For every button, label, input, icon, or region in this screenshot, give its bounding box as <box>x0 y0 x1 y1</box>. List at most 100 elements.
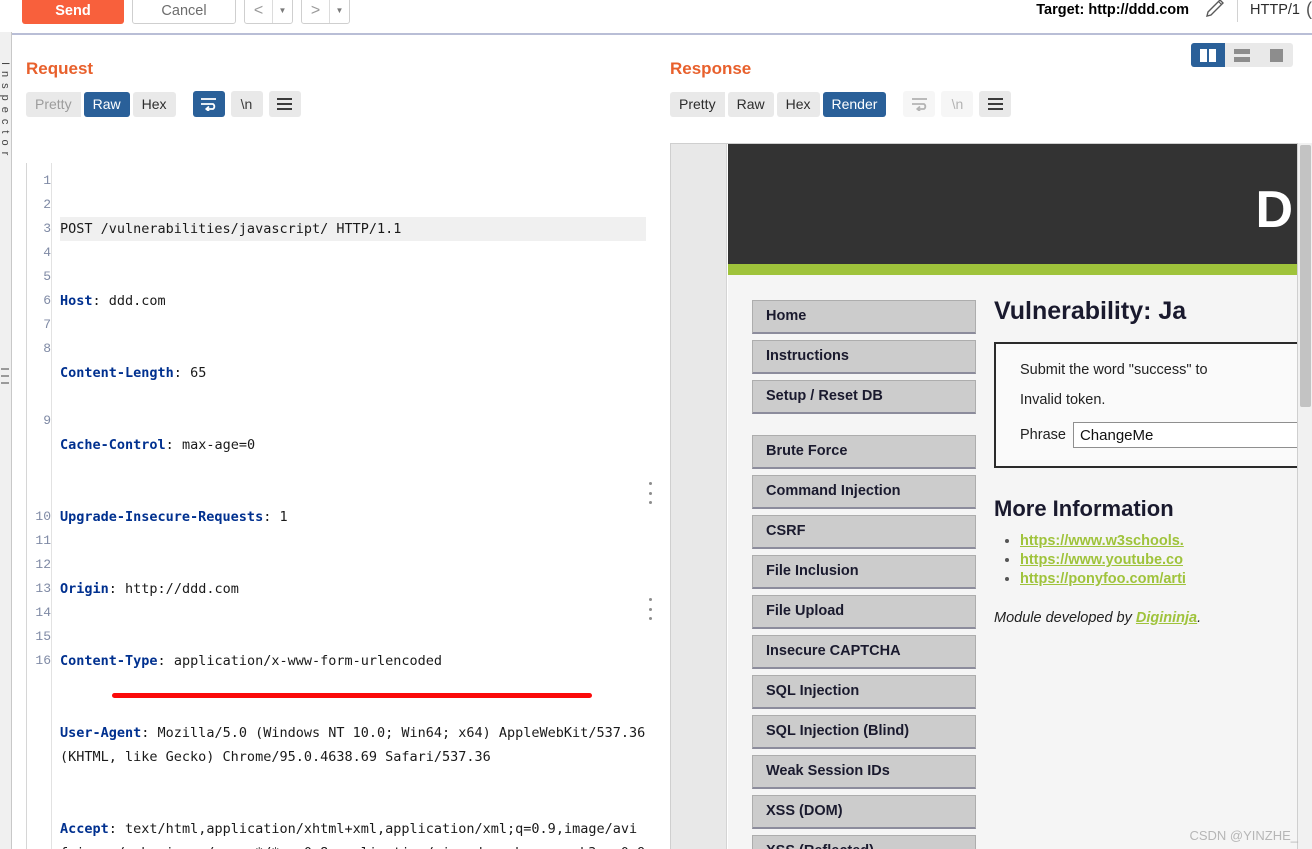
dvwa-green-bar <box>728 264 1298 275</box>
tab-response-render[interactable]: Render <box>822 91 887 117</box>
request-line-9: Accept: text/html,application/xhtml+xml,… <box>60 821 645 849</box>
dvwa-page: D Home Instructions Setup / Reset DB Bru… <box>728 144 1298 849</box>
request-body-text[interactable]: POST /vulnerabilities/javascript/ HTTP/1… <box>51 163 646 849</box>
link-youtube[interactable]: https://www.youtube.co <box>1020 552 1183 568</box>
sidebar-item-home[interactable]: Home <box>752 300 976 334</box>
divider <box>1237 0 1239 22</box>
sidebar-item-sql-injection-blind[interactable]: SQL Injection (Blind) <box>752 715 976 749</box>
link-w3schools[interactable]: https://www.w3schools. <box>1020 533 1184 549</box>
cancel-button[interactable]: Cancel <box>132 0 236 24</box>
tab-response-raw[interactable]: Raw <box>727 91 774 117</box>
sidebar-item-insecure-captcha[interactable]: Insecure CAPTCHA <box>752 635 976 669</box>
left-strip-label: Inspector <box>0 62 11 162</box>
dvwa-main-content: Vulnerability: Ja Submit the word "succe… <box>976 275 1298 849</box>
request-line-8: User-Agent: Mozilla/5.0 (Windows NT 10.0… <box>60 725 646 765</box>
tab-response-hex[interactable]: Hex <box>776 91 820 117</box>
request-panel-title: Request <box>26 59 94 78</box>
error-message: Invalid token. <box>1020 392 1106 408</box>
chevron-left-icon: < <box>253 2 264 19</box>
sidebar-item-setup-reset-db[interactable]: Setup / Reset DB <box>752 380 976 414</box>
request-panel: Request Pretty Raw Hex \n 1 2 3 4 5 6 7 … <box>12 35 646 849</box>
burp-repeater-window: Send Cancel < ▼ > ▼ Target: http://ddd.c… <box>0 0 1312 849</box>
dvwa-logo: D <box>1255 181 1293 239</box>
left-strip-grip[interactable] <box>1 368 9 384</box>
page-title: Vulnerability: Ja <box>994 297 1187 325</box>
menu-icon[interactable] <box>979 91 1012 117</box>
sidebar-item-csrf[interactable]: CSRF <box>752 515 976 549</box>
prev-request-button[interactable]: < ▼ <box>244 0 293 24</box>
next-request-button[interactable]: > ▼ <box>301 0 350 24</box>
panel-splitter[interactable] <box>646 35 654 849</box>
red-highlight-underline <box>112 693 592 698</box>
http-version-label: HTTP/1 <box>1250 1 1300 18</box>
send-button[interactable]: Send <box>22 0 124 24</box>
list-item: https://ponyfoo.com/arti <box>1020 570 1298 588</box>
newline-icon[interactable]: \n <box>230 91 263 117</box>
vulnerability-form-box: Submit the word "success" to Invalid tok… <box>994 342 1298 468</box>
request-line-3: Content-Length: 65 <box>60 365 207 381</box>
tab-request-raw[interactable]: Raw <box>83 91 130 117</box>
word-wrap-icon[interactable] <box>192 91 225 117</box>
chevron-right-icon: > <box>310 2 321 19</box>
pencil-icon[interactable] <box>1203 0 1225 23</box>
single-view-button[interactable] <box>1259 43 1293 67</box>
nav-divider <box>752 420 976 435</box>
newline-icon: \n <box>941 91 974 117</box>
sidebar-item-command-injection[interactable]: Command Injection <box>752 475 976 509</box>
module-credit-suffix: . <box>1197 610 1202 626</box>
request-line-5: Upgrade-Insecure-Requests: 1 <box>60 509 288 525</box>
dvwa-sidebar-nav: Home Instructions Setup / Reset DB Brute… <box>728 275 976 849</box>
request-line-numbers: 1 2 3 4 5 6 7 8 . . 9 . . . 10 11 12 <box>35 173 51 668</box>
request-editor[interactable]: 1 2 3 4 5 6 7 8 . . 9 . . . 10 11 12 <box>26 163 646 849</box>
sidebar-item-instructions[interactable]: Instructions <box>752 340 976 374</box>
instruction-text: Submit the word "success" to <box>1020 362 1208 378</box>
more-information-title: More Information <box>994 496 1174 521</box>
newline-label: \n <box>240 96 253 112</box>
list-item: https://www.youtube.co <box>1020 551 1298 569</box>
dvwa-banner: D <box>728 144 1298 264</box>
response-render-frame: D Home Instructions Setup / Reset DB Bru… <box>670 143 1312 849</box>
left-side-panel-strip[interactable]: Inspector <box>0 32 12 849</box>
sidebar-item-file-upload[interactable]: File Upload <box>752 595 976 629</box>
module-credit-prefix: Module developed by <box>994 610 1136 626</box>
request-response-panels: Request Pretty Raw Hex \n 1 2 3 4 5 6 7 … <box>12 33 1312 849</box>
sidebar-item-sql-injection[interactable]: SQL Injection <box>752 675 976 709</box>
target-label: Target: http://ddd.com <box>1036 1 1190 18</box>
chevron-down-icon[interactable]: ▼ <box>330 0 349 23</box>
word-wrap-icon <box>903 91 936 117</box>
newline-label: \n <box>951 96 964 112</box>
request-resize-grip[interactable] <box>649 598 652 620</box>
sidebar-item-xss-dom[interactable]: XSS (DOM) <box>752 795 976 829</box>
request-line-7: Content-Type: application/x-www-form-url… <box>60 653 443 669</box>
tab-response-pretty[interactable]: Pretty <box>670 91 725 117</box>
tab-request-pretty[interactable]: Pretty <box>26 91 81 117</box>
render-left-rail <box>671 144 727 849</box>
request-line-1: POST /vulnerabilities/javascript/ HTTP/1… <box>60 217 646 241</box>
list-item: https://www.w3schools. <box>1020 532 1298 550</box>
watermark: CSDN @YINZHE_ <box>1189 828 1298 843</box>
request-line-2: Host: ddd.com <box>60 293 166 309</box>
request-line-4: Cache-Control: max-age=0 <box>60 437 256 453</box>
response-scrollbar[interactable] <box>1297 143 1312 849</box>
top-toolbar: Send Cancel < ▼ > ▼ Target: http://ddd.c… <box>0 0 1312 27</box>
split-vertical-view-button[interactable] <box>1191 43 1225 67</box>
menu-icon[interactable] <box>268 91 301 117</box>
sidebar-item-xss-reflected[interactable]: XSS (Reflected) <box>752 835 976 849</box>
phrase-row: Phrase <box>1020 422 1298 448</box>
tab-request-hex[interactable]: Hex <box>132 91 176 117</box>
phrase-input[interactable] <box>1072 422 1298 448</box>
module-credit: Module developed by Digininja. <box>994 610 1298 626</box>
dvwa-body: Home Instructions Setup / Reset DB Brute… <box>728 275 1298 849</box>
sidebar-item-file-inclusion[interactable]: File Inclusion <box>752 555 976 589</box>
split-horizontal-view-button[interactable] <box>1225 43 1259 67</box>
layout-view-modes <box>1191 43 1293 67</box>
more-information-links: https://www.w3schools. https://www.youtu… <box>998 532 1298 588</box>
sidebar-item-weak-session-ids[interactable]: Weak Session IDs <box>752 755 976 789</box>
response-tabs: Pretty Raw Hex Render \n <box>654 79 1312 117</box>
response-scrollbar-thumb[interactable] <box>1300 145 1311 407</box>
response-panel: Response Pretty Raw Hex Render \n D Home… <box>654 35 1312 849</box>
chevron-down-icon[interactable]: ▼ <box>273 0 292 23</box>
link-ponyfoo[interactable]: https://ponyfoo.com/arti <box>1020 571 1186 587</box>
link-digininja[interactable]: Digininja <box>1136 610 1197 626</box>
sidebar-item-brute-force[interactable]: Brute Force <box>752 435 976 469</box>
